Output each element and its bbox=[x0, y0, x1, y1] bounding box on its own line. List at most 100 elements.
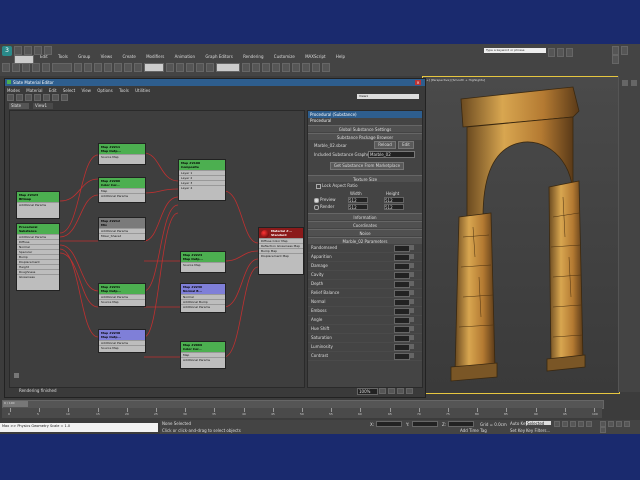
sme-menu-material[interactable]: Material bbox=[26, 88, 42, 93]
zoom-region-icon[interactable] bbox=[397, 388, 404, 394]
percent-snap-icon[interactable] bbox=[196, 63, 204, 72]
help-icon[interactable] bbox=[566, 48, 573, 57]
node-slot[interactable]: Additional Params bbox=[99, 193, 145, 198]
maximize-icon[interactable] bbox=[621, 46, 628, 55]
sme-menu-select[interactable]: Select bbox=[63, 88, 75, 93]
map-button[interactable] bbox=[410, 344, 414, 349]
x-field[interactable] bbox=[376, 421, 402, 427]
node-slot[interactable]: Reflection Glossiness Map bbox=[259, 243, 303, 248]
param-spinner[interactable] bbox=[394, 344, 410, 351]
param-spinner[interactable] bbox=[394, 326, 410, 333]
add-time-tag-button[interactable]: Add Time Tag bbox=[460, 428, 487, 433]
create-panel-icon[interactable] bbox=[622, 80, 628, 86]
param-spinner[interactable] bbox=[394, 281, 410, 288]
param-spinner[interactable] bbox=[394, 290, 410, 297]
scale-icon[interactable] bbox=[134, 63, 142, 72]
param-spinner[interactable] bbox=[394, 317, 410, 324]
node-color-correct-2[interactable]: Map #2069 Color Cor... Map Additional Par… bbox=[180, 341, 226, 369]
render-setup-icon[interactable] bbox=[302, 63, 310, 72]
maximize-viewport-icon[interactable] bbox=[600, 427, 606, 433]
link-icon[interactable] bbox=[22, 63, 30, 72]
pick-material-icon[interactable] bbox=[7, 94, 14, 101]
rollout-parameters[interactable]: Marble_02 Parameters bbox=[308, 237, 422, 244]
redo-icon[interactable] bbox=[12, 63, 20, 72]
prev-frame-icon[interactable] bbox=[562, 421, 568, 427]
menu-animation[interactable]: Animation bbox=[175, 54, 195, 59]
sme-menu-modes[interactable]: Modes bbox=[7, 88, 20, 93]
rollout-information[interactable]: Information bbox=[308, 213, 422, 220]
track-bar[interactable]: 0 5 10 15 20 25 30 35 40 45 50 55 60 65 70 75 80 85 90 95 10… bbox=[2, 408, 602, 418]
sme-close-icon[interactable]: × bbox=[415, 80, 421, 85]
bind-icon[interactable] bbox=[42, 63, 50, 72]
render-height-field[interactable]: 512 bbox=[384, 204, 404, 210]
go-to-end-icon[interactable] bbox=[586, 421, 592, 427]
node-slot[interactable]: Additional Params bbox=[181, 357, 225, 362]
param-spinner[interactable] bbox=[394, 245, 410, 252]
node-substance[interactable]: Procedural Substance Additional Params Di… bbox=[16, 223, 60, 291]
map-button[interactable] bbox=[410, 281, 414, 286]
select-icon[interactable] bbox=[74, 63, 82, 72]
hide-unused-icon[interactable] bbox=[61, 94, 68, 101]
node-slot[interactable]: Displacement Map bbox=[259, 253, 303, 258]
new-icon[interactable] bbox=[14, 46, 22, 55]
map-button[interactable] bbox=[410, 299, 414, 304]
map-button[interactable] bbox=[410, 263, 414, 268]
menu-group[interactable]: Group bbox=[78, 54, 90, 59]
delete-icon[interactable] bbox=[25, 94, 32, 101]
search-icon[interactable] bbox=[548, 48, 555, 57]
zoom-field[interactable]: 100% bbox=[357, 388, 378, 395]
node-color-correct-1[interactable]: Map #2206 Color Cor... Map Additional Par… bbox=[98, 177, 146, 203]
save-icon[interactable] bbox=[34, 46, 42, 55]
render-icon[interactable] bbox=[322, 63, 330, 72]
key-filters-button[interactable]: Key Filters... bbox=[526, 428, 550, 433]
param-spinner[interactable] bbox=[394, 263, 410, 270]
curve-editor-icon[interactable] bbox=[272, 63, 280, 72]
show-map-icon[interactable] bbox=[34, 94, 41, 101]
sme-menu-view[interactable]: View bbox=[81, 88, 91, 93]
layout-children-icon[interactable] bbox=[52, 94, 59, 101]
preview-radio[interactable] bbox=[314, 198, 319, 203]
node-slot[interactable]: Additional Params bbox=[181, 304, 225, 309]
param-spinner[interactable] bbox=[394, 272, 410, 279]
search-input[interactable]: Type a keyword or phrase bbox=[484, 48, 546, 53]
sme-menu-edit[interactable]: Edit bbox=[49, 88, 57, 93]
param-spinner[interactable] bbox=[394, 335, 410, 342]
sme-menu-options[interactable]: Options bbox=[97, 88, 112, 93]
node-slot[interactable]: Source Map bbox=[99, 154, 145, 159]
menu-views[interactable]: Views bbox=[101, 54, 113, 59]
material-editor-icon[interactable] bbox=[292, 63, 300, 72]
node-slot[interactable]: Additional Params bbox=[17, 202, 59, 207]
render-frame-icon[interactable] bbox=[312, 63, 320, 72]
z-field[interactable] bbox=[448, 421, 474, 427]
spinner-snap-icon[interactable] bbox=[206, 63, 214, 72]
map-button[interactable] bbox=[410, 317, 414, 322]
node-output-2[interactable]: Map #2224 Map Outp... Source Map bbox=[180, 251, 226, 273]
layer-icon[interactable] bbox=[262, 63, 270, 72]
node-normal-bump[interactable]: Map #2236 Normal B... Normal Additional B… bbox=[180, 283, 226, 313]
rect-select-icon[interactable] bbox=[94, 63, 102, 72]
close-icon[interactable] bbox=[612, 55, 619, 64]
render-width-field[interactable]: 512 bbox=[348, 204, 368, 210]
minimize-icon[interactable] bbox=[612, 46, 619, 55]
menu-help[interactable]: Help bbox=[336, 54, 345, 59]
map-button[interactable] bbox=[410, 272, 414, 277]
open-icon[interactable] bbox=[24, 46, 32, 55]
mirror-icon[interactable] bbox=[242, 63, 250, 72]
menu-graph-editors[interactable]: Graph Editors bbox=[205, 54, 232, 59]
node-slot[interactable]: Source Map bbox=[99, 345, 145, 350]
map-button[interactable] bbox=[410, 290, 414, 295]
navigator-icon[interactable] bbox=[14, 373, 19, 378]
rotate-icon[interactable] bbox=[124, 63, 132, 72]
menu-rendering[interactable]: Rendering bbox=[243, 54, 263, 59]
undo-icon[interactable] bbox=[2, 63, 10, 72]
node-mix[interactable]: Map #2212 Mix Additional Params Mixer_Sha… bbox=[98, 217, 146, 241]
coord-dropdown[interactable] bbox=[144, 63, 164, 72]
sme-menu-utilities[interactable]: Utilities bbox=[135, 88, 150, 93]
node-slot[interactable]: Layer 4 bbox=[179, 185, 225, 190]
zoom-all-icon[interactable] bbox=[608, 421, 614, 427]
node-slot[interactable]: Source Map bbox=[99, 299, 145, 304]
rollout-global-settings[interactable]: Global Substance Settings bbox=[308, 125, 422, 132]
sme-left-tab[interactable]: Slate bbox=[9, 103, 29, 109]
node-output-4[interactable]: Map #2238 Map Outp... Additional Params S… bbox=[98, 329, 146, 353]
layout-icon[interactable] bbox=[43, 94, 50, 101]
